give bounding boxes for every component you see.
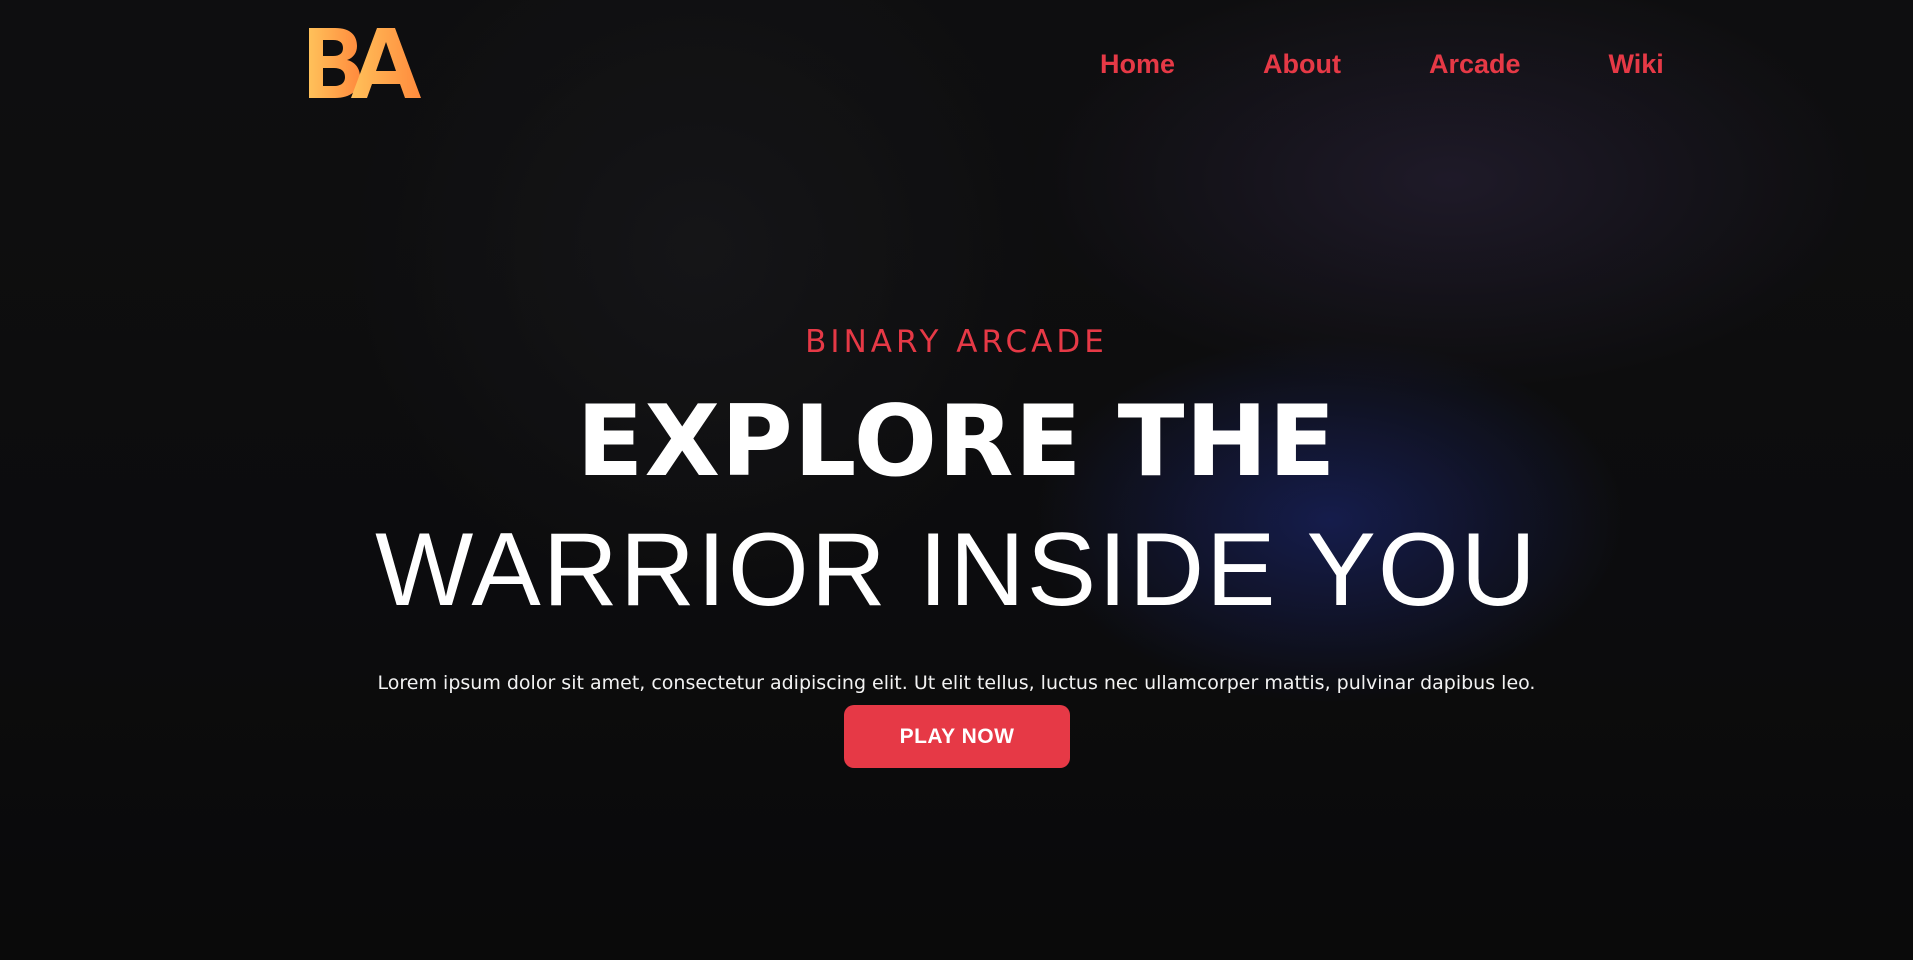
hero-headline-secondary: WARRIOR INSIDE YOU: [375, 512, 1538, 628]
logo-icon: [309, 28, 421, 98]
nav-item-about[interactable]: About: [1263, 46, 1341, 82]
play-now-button[interactable]: PLAY NOW: [844, 705, 1070, 768]
hero-description: Lorem ipsum dolor sit amet, consectetur …: [377, 672, 1536, 694]
nav-item-arcade[interactable]: Arcade: [1429, 46, 1521, 82]
hero-eyebrow: BINARY ARCADE: [805, 324, 1108, 360]
nav-item-home[interactable]: Home: [1100, 46, 1175, 82]
hero-section: Home About Arcade Wiki BINARY ARCADE EXP…: [0, 0, 1913, 960]
nav-item-wiki[interactable]: Wiki: [1609, 46, 1664, 82]
brand-logo[interactable]: [307, 24, 423, 102]
hero-headline-primary: EXPLORE THE: [576, 385, 1337, 499]
main-nav: Home About Arcade Wiki: [1100, 46, 1664, 82]
